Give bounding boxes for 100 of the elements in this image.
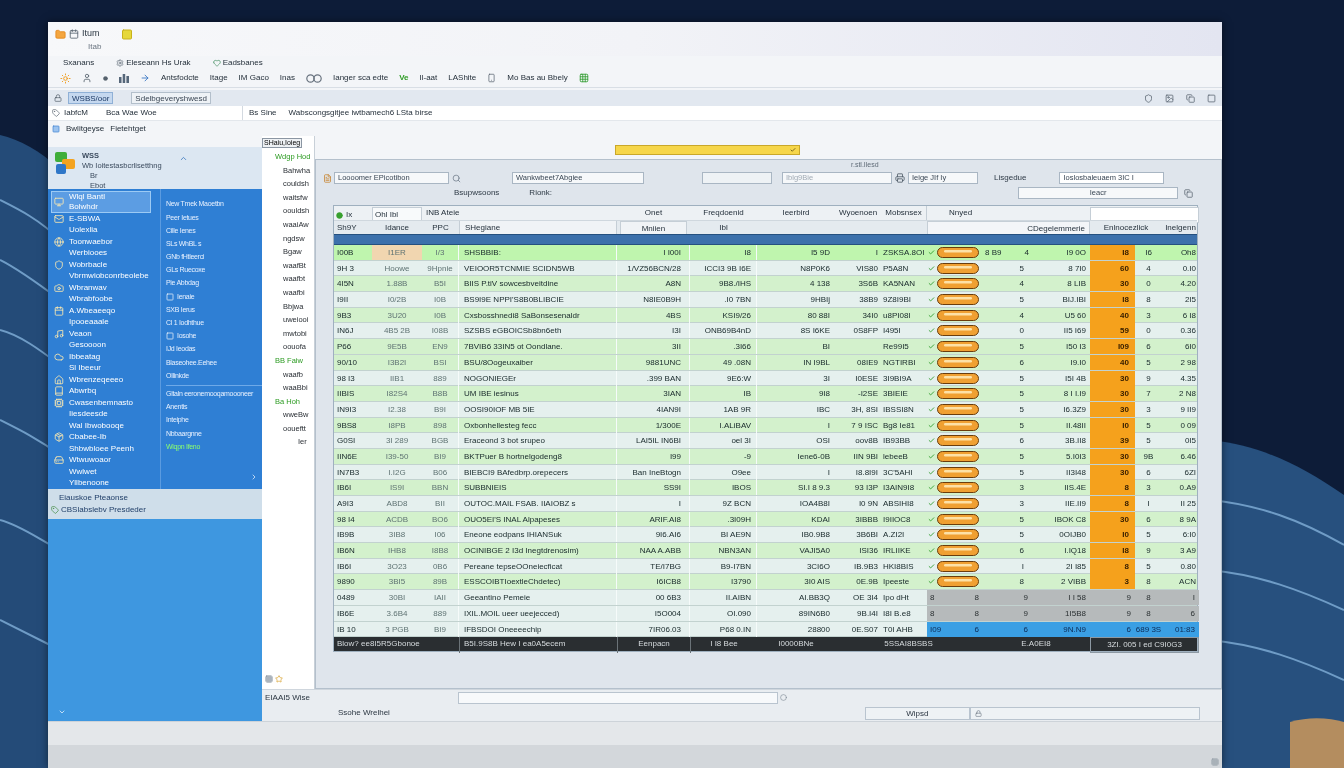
tab[interactable]: WSBS/oor (68, 92, 114, 104)
table-row[interactable]: I00B I1ER I/3 SHSBBIB: I I00I I8 I5 9D I ZSKSA.8OI 8 B9 4 I9 0O I8 I6 Oh8 (334, 245, 1197, 261)
chevron-up-icon[interactable] (179, 154, 188, 163)
sidebar-item[interactable]: Wbrenzeqeeeo (51, 374, 160, 386)
circle-icon[interactable] (779, 694, 787, 702)
square-icon[interactable] (120, 27, 133, 41)
table-cell: 59 (1090, 323, 1135, 339)
tab[interactable]: Sdelbgeveryshwesd (131, 92, 211, 104)
sidebar-item[interactable]: Wtwuwoaor (51, 454, 160, 466)
table-cell-text: I (1146, 498, 1151, 510)
column-header[interactable]: Inelgenn (1162, 221, 1199, 237)
sidebar-item[interactable]: Gesoooon (51, 339, 160, 351)
toolbar-button[interactable]: Mo Bas au Bbely (507, 72, 568, 84)
sidebar-item[interactable]: Veaon (51, 328, 160, 340)
toolbar-button[interactable]: Itage (209, 72, 228, 84)
phone-icon[interactable] (487, 73, 497, 83)
table-row[interactable]: 0489 30BI IAII Geeantino Pemeie 00 6B3 II.AIBN AI.BB3Q OE 3I4 Ipo dHt 8 8 9 I I 58 9 8 I (334, 590, 1197, 606)
sidebar-item[interactable]: Uolexlia (51, 224, 160, 236)
bar-chart-icon[interactable] (119, 73, 129, 83)
status-field[interactable]: Wipsd (864, 706, 970, 720)
column-header[interactable]: INB Ateie (422, 206, 617, 224)
toolbar-button[interactable]: Antsfodcte (161, 72, 199, 84)
group-label: Bsupwsoons (454, 187, 500, 199)
image-icon[interactable] (1165, 93, 1174, 103)
sidebar-item[interactable]: Ipooeaaale (51, 316, 160, 328)
menu-item[interactable]: Sxanans (63, 56, 95, 69)
column-header[interactable]: Sh9Y (334, 221, 372, 237)
sidebar-item[interactable]: Wbranwav (51, 282, 160, 294)
menu-item[interactable]: Eadsbanes (222, 56, 263, 69)
column-header[interactable]: Enlnocezlick (1090, 221, 1162, 237)
column-header[interactable]: Nnyed (927, 206, 1032, 224)
document-icon[interactable] (323, 173, 332, 183)
square-icon[interactable] (1207, 93, 1216, 103)
grid-icon[interactable] (578, 73, 589, 83)
table-cell-text: VIS80 (855, 262, 879, 275)
search-icon[interactable] (452, 173, 461, 183)
sidebar-item[interactable]: Werbiooes (51, 247, 160, 259)
sidebar-item[interactable]: Abwrbq (51, 385, 160, 397)
sidebar-item[interactable]: A.Wbeaeeqo (51, 305, 160, 317)
sidebar-item[interactable]: Vbrmwiobconrbeolebe (51, 270, 160, 282)
grid-icon[interactable] (265, 675, 273, 683)
column-header[interactable]: Ix (346, 208, 353, 222)
sidebar-item[interactable]: Yllbenoone (51, 477, 160, 489)
table-cell-text: 30BI (387, 592, 407, 605)
column-header[interactable]: Onet (617, 206, 690, 224)
text-field[interactable] (702, 172, 772, 184)
window-title: Itum (82, 27, 100, 41)
footer-cell: I I8 Bee (690, 637, 757, 654)
toolbar-button[interactable]: Inas (279, 72, 295, 84)
input-field[interactable] (969, 706, 1200, 720)
input-field[interactable] (457, 691, 778, 704)
table-row[interactable]: IB9B 3IB8 I06 Eneone eodpans IHIANSuk 9I6.AI6 BI AE9N IB0.9B8 3B6BI A.ZI2I 5 0OIJB0 I0 5 6:I0 (334, 527, 1197, 544)
sidebar-item[interactable]: Cbabee-Ib (51, 431, 160, 443)
sidebar-item[interactable]: Sl Ibeeur (51, 362, 160, 374)
column-header[interactable]: Ibl (690, 221, 757, 237)
calendar-icon[interactable] (69, 29, 79, 39)
column-header[interactable]: Wyoenoen (835, 206, 881, 224)
sidebar-item[interactable]: Wbrabfoobe (51, 293, 160, 305)
table-row[interactable]: P66 9E5B EN9 7BVIB6 33IN5 ot Oondlane. 3II .3I66 BI Re99I5 5 I50 I3 I09 6 6I0 (334, 339, 1197, 355)
toolbar-button[interactable]: Il-aat (419, 72, 438, 84)
sidebar-item[interactable]: Iiesdeesde (51, 408, 160, 420)
dot-icon[interactable] (103, 75, 108, 81)
shield-icon[interactable] (1144, 93, 1153, 103)
column-header[interactable]: Ieerbird (757, 206, 835, 224)
copy-icon[interactable] (1186, 93, 1195, 103)
sun-icon[interactable] (60, 72, 71, 84)
sidebar-item[interactable]: Shbwbloee Peenh (51, 443, 160, 455)
column-header[interactable]: Freqdoenid (690, 206, 757, 224)
table-row[interactable]: A9I3 ABD8 BII OUTOC.MAIL FSAB. IIAIOBZ s I 9Z BCN IOA4B8I I0 9N ABSIHI8 3 IIE.II9 8 I II 25 (334, 496, 1197, 512)
table-row[interactable]: 4I5N 1.88B B5I BIIS P.tiV sowcesbveitdine A8N 9B8./IHS 4 138 3S6B KA5NAN 4 8 LIB 30 0 4.20 (334, 276, 1197, 293)
table-row[interactable]: G0SI 3I 289 BGB Eraceond 3 bot srupeo LAI5IL IN6BI oel 3I OSI oov8B IB93BB 6 3B.II8 39 5 0I5 (334, 433, 1197, 449)
table-row[interactable]: 9890 3BI5 89B ESSCOIBTIoextleChdetec) I6ICB8 I3790 3I0 AIS 0E.9B Ipeeste 8 2 VIBB 3 8 ACN (334, 574, 1197, 591)
sidebar-item[interactable]: Ibbeatag (51, 351, 160, 363)
sidebar-item[interactable]: Wobrbacle (51, 259, 160, 271)
copy-icon[interactable] (1184, 188, 1194, 198)
sidebar-item[interactable]: E-SBWA (51, 213, 160, 225)
table-row[interactable]: IB6I IS9I BBN SUBBNIEIS SS9I IBOS SI.I 8 9.3 93 I3P I3AIN9I8 3 IIS.4E 8 3 0.A9 (334, 480, 1197, 496)
person-icon[interactable] (82, 73, 92, 83)
table-cell-text: 5 (1145, 529, 1152, 542)
table-cell-text: IB6I (336, 482, 353, 495)
sidebar-item[interactable]: Cwasenbemnasto (51, 397, 160, 409)
chevron-right-icon[interactable] (250, 473, 258, 481)
toolbar-button[interactable]: LAShite (448, 72, 477, 84)
sidebar-item[interactable]: Toonwaebor (51, 236, 160, 248)
table-row[interactable]: IIBIS I82S4 B8B UM IBE iesinus 3IAN IB 9I8 -I2SE 3BIEIE 5 8 I I.I9 30 7 2 N8 (334, 386, 1197, 402)
star-icon[interactable] (275, 675, 283, 683)
table-row[interactable]: I9II I0/2B I0B BS9I9E NPPI'S8B0BLIBCIE N8IE0B9H .I0 7BN 9HBIj 38B9 9Z8I9BI 5 BIJ.IBI I8 8 2I5 (334, 292, 1197, 308)
column-header[interactable]: Idance (372, 221, 422, 237)
double-circle-icon[interactable] (305, 73, 322, 83)
toolbar-button[interactable]: Ianger sca edte (332, 72, 389, 84)
table-row[interactable]: IB6N IHB8 I8B8 OCINIBGE 2 I3d Inegtdrenosim) NAA A.ABB NBN3AN VAJI5A0 ISI36 IRLIIKE 6 I.IQ18 I8 9 3 A9 (334, 543, 1197, 559)
sidebar-item[interactable]: Wwlwet (51, 466, 160, 478)
toolbar-button[interactable]: IM Gaco (238, 72, 269, 84)
arrow-right-icon[interactable] (140, 73, 150, 83)
menu-item[interactable]: Eleseann Hs Urak (126, 56, 191, 69)
printer-icon[interactable] (895, 173, 905, 183)
table-row[interactable]: IN6J 4B5 2B I08B SZSBS eGBOICSb8bn6eth I3I ONB69B4nD 8S I6KE 0S8FP I495I 0 II5 I69 59 0 0.36 (334, 323, 1197, 340)
sidebar-item[interactable]: Wal Ibwobooqe (51, 420, 160, 432)
folder-icon[interactable] (55, 28, 66, 40)
column-header[interactable]: PPC (422, 221, 459, 237)
